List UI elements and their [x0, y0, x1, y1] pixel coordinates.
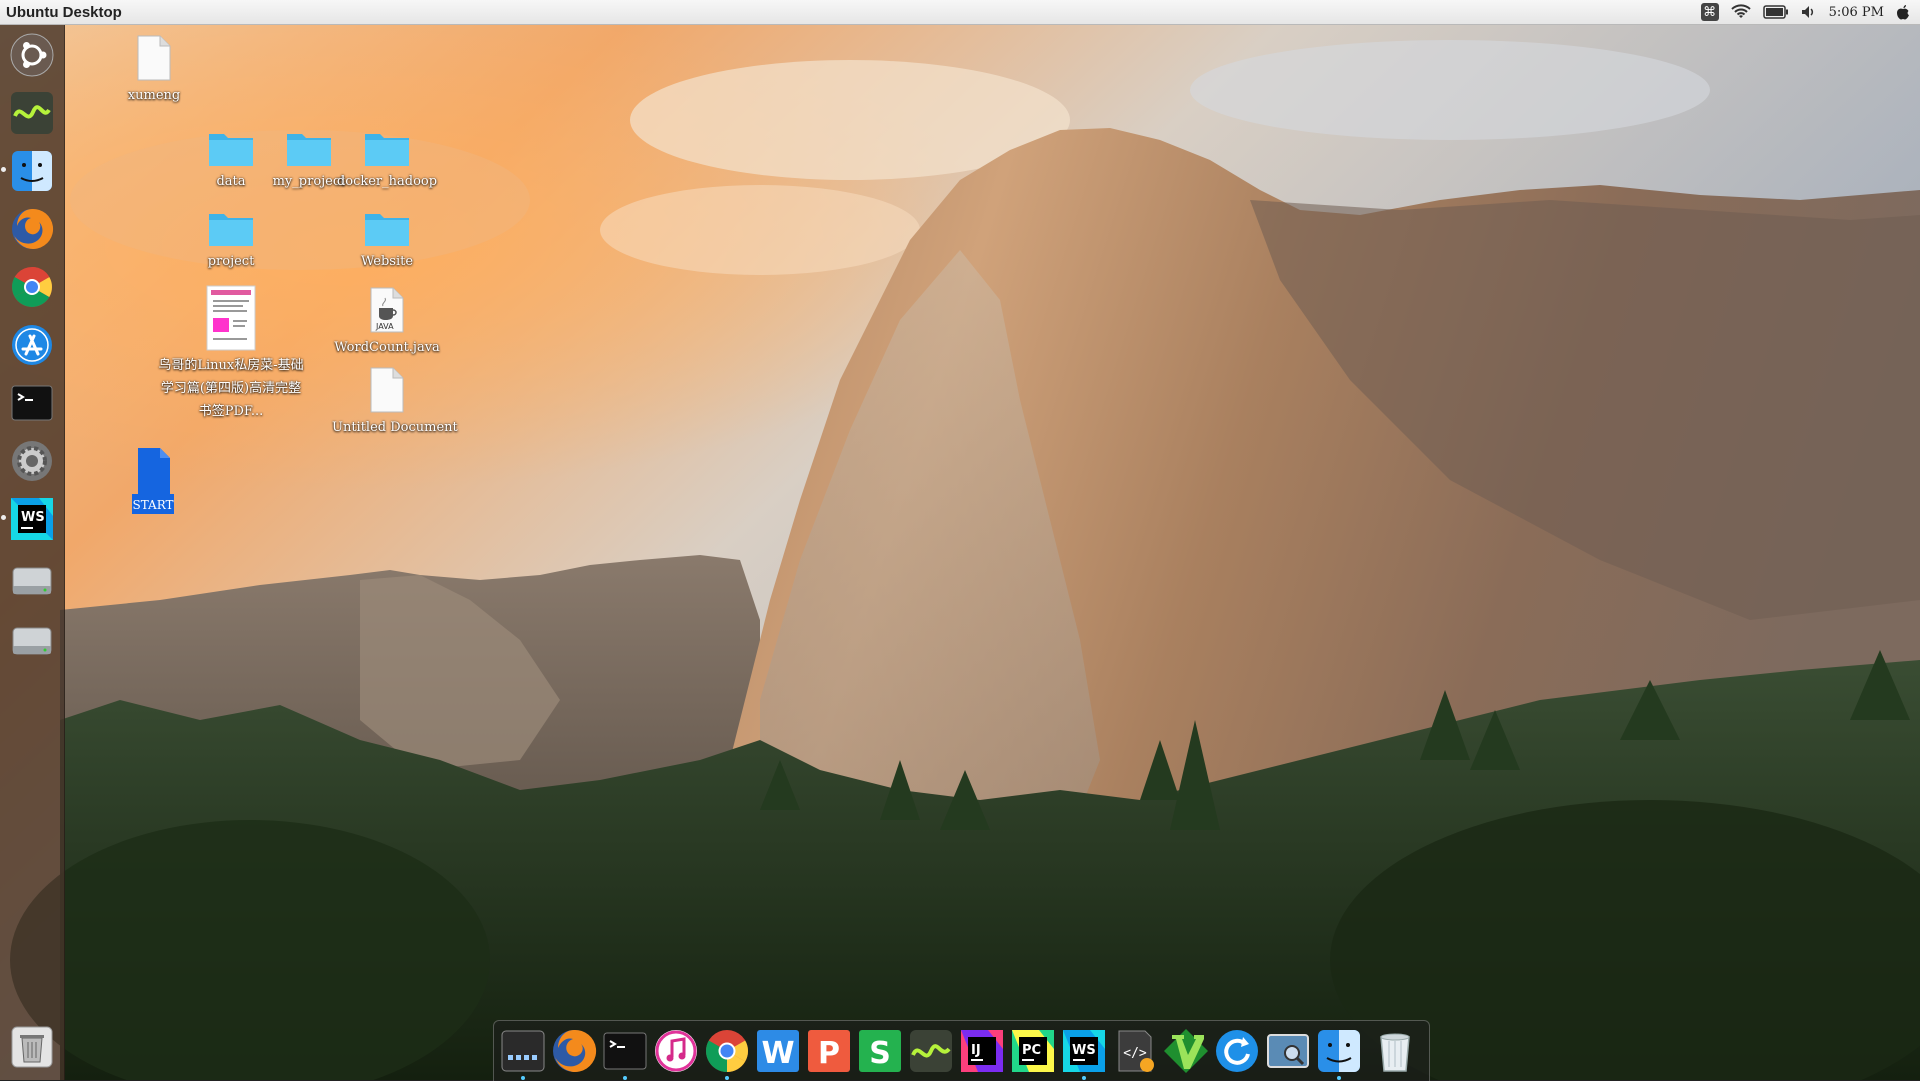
svg-text:W: W: [761, 1036, 794, 1071]
firefox-icon[interactable]: [8, 205, 56, 253]
desktop-file-xumeng[interactable]: xumeng: [99, 34, 209, 107]
screenshot-icon[interactable]: [1264, 1027, 1312, 1075]
svg-text:</>: </>: [1123, 1046, 1147, 1061]
apple-icon[interactable]: [1896, 4, 1910, 20]
ubuntu-logo-icon[interactable]: [8, 31, 56, 79]
svg-text:P: P: [818, 1036, 840, 1071]
svg-text:WS: WS: [21, 510, 45, 525]
pycharm-icon[interactable]: PC: [1009, 1027, 1057, 1075]
terminal-icon[interactable]: [8, 379, 56, 427]
launcher-sidebar: WS: [0, 25, 65, 1080]
app-store-icon[interactable]: [8, 321, 56, 369]
update-icon[interactable]: [1213, 1027, 1261, 1075]
finder-icon[interactable]: [1315, 1027, 1363, 1080]
battery-icon[interactable]: [1762, 5, 1789, 19]
system-monitor-icon[interactable]: [907, 1027, 955, 1075]
document-icon: [137, 35, 171, 81]
desktop-folder-docker-hadoop[interactable]: docker_hadoop: [332, 128, 442, 193]
desktop-folder-website[interactable]: Website: [332, 208, 442, 273]
itunes-icon[interactable]: [652, 1027, 700, 1075]
system-monitor-icon[interactable]: [8, 89, 56, 137]
svg-text:WS: WS: [1072, 1043, 1096, 1058]
document-icon: START: [132, 448, 174, 514]
java-file-icon: JAVA: [370, 287, 404, 333]
system-settings-icon[interactable]: [8, 437, 56, 485]
folder-icon: [209, 134, 253, 166]
system-tray: ⌘ 5:06 PM: [1700, 0, 1920, 24]
disk-drive-icon[interactable]: [8, 555, 56, 603]
finder-icon[interactable]: [1, 147, 56, 195]
wifi-icon[interactable]: [1730, 4, 1751, 20]
desktop-file-untitled-document[interactable]: Untitled Document: [332, 366, 458, 439]
top-panel: Ubuntu Desktop ⌘ 5:06 PM: [0, 0, 1920, 25]
folder-icon: [365, 134, 409, 166]
launchpad-icon[interactable]: [499, 1027, 547, 1080]
clock[interactable]: 5:06 PM: [1829, 5, 1884, 20]
desktop-file-start[interactable]: START: [98, 446, 208, 514]
desktop-folder-project[interactable]: project: [176, 208, 286, 273]
terminal-icon[interactable]: [601, 1027, 649, 1080]
vim-icon[interactable]: [1162, 1027, 1210, 1075]
volume-icon[interactable]: [1801, 5, 1817, 19]
svg-text:PC: PC: [1022, 1043, 1041, 1058]
desktop-icon-label: docker_hadoop: [336, 174, 438, 189]
svg-text:IJ: IJ: [971, 1043, 981, 1058]
folder-icon: [365, 214, 409, 246]
svg-text:START: START: [132, 498, 173, 512]
desktop-icon-label: xumeng: [127, 88, 181, 103]
code-editor-icon[interactable]: </>: [1111, 1027, 1159, 1075]
svg-text:JAVA: JAVA: [375, 322, 394, 331]
trash-icon[interactable]: [8, 1023, 56, 1071]
webstorm-icon[interactable]: WS: [1060, 1027, 1108, 1080]
folder-icon: [209, 214, 253, 246]
desktop-icon-label: WordCount.java: [334, 340, 440, 355]
desktop-icon-label: Untitled Document: [332, 420, 458, 435]
chrome-icon[interactable]: [703, 1027, 751, 1080]
desktop-icon-label: 鸟哥的Linux私房菜-基础学习篇(第四版)高清完整书签PDF...: [158, 358, 304, 419]
chrome-icon[interactable]: [8, 263, 56, 311]
desktop-file-wordcount-java[interactable]: JAVA WordCount.java: [332, 286, 442, 359]
intellij-idea-icon[interactable]: IJ: [958, 1027, 1006, 1075]
trash-icon[interactable]: [1371, 1027, 1419, 1075]
window-title: Ubuntu Desktop: [6, 3, 122, 21]
bottom-dock: W P S IJ PC WS </>: [493, 1020, 1430, 1081]
desktop-file-linux-pdf[interactable]: 鸟哥的Linux私房菜-基础学习篇(第四版)高清完整书签PDF...: [158, 284, 304, 423]
desktop-icon-label: Website: [360, 254, 414, 269]
pdf-thumbnail-icon: [206, 285, 256, 351]
wps-writer-icon[interactable]: W: [754, 1027, 802, 1075]
document-icon: [370, 367, 404, 413]
wps-spreadsheet-icon[interactable]: S: [856, 1027, 904, 1075]
wps-presentation-icon[interactable]: P: [805, 1027, 853, 1075]
svg-text:S: S: [869, 1036, 891, 1071]
webstorm-icon[interactable]: WS: [1, 495, 56, 543]
folder-icon: [287, 134, 331, 166]
desktop-icon-label: project: [207, 254, 255, 269]
firefox-icon[interactable]: [550, 1027, 598, 1075]
disk-drive-icon[interactable]: [8, 615, 56, 663]
keyboard-icon[interactable]: ⌘: [1700, 3, 1719, 21]
